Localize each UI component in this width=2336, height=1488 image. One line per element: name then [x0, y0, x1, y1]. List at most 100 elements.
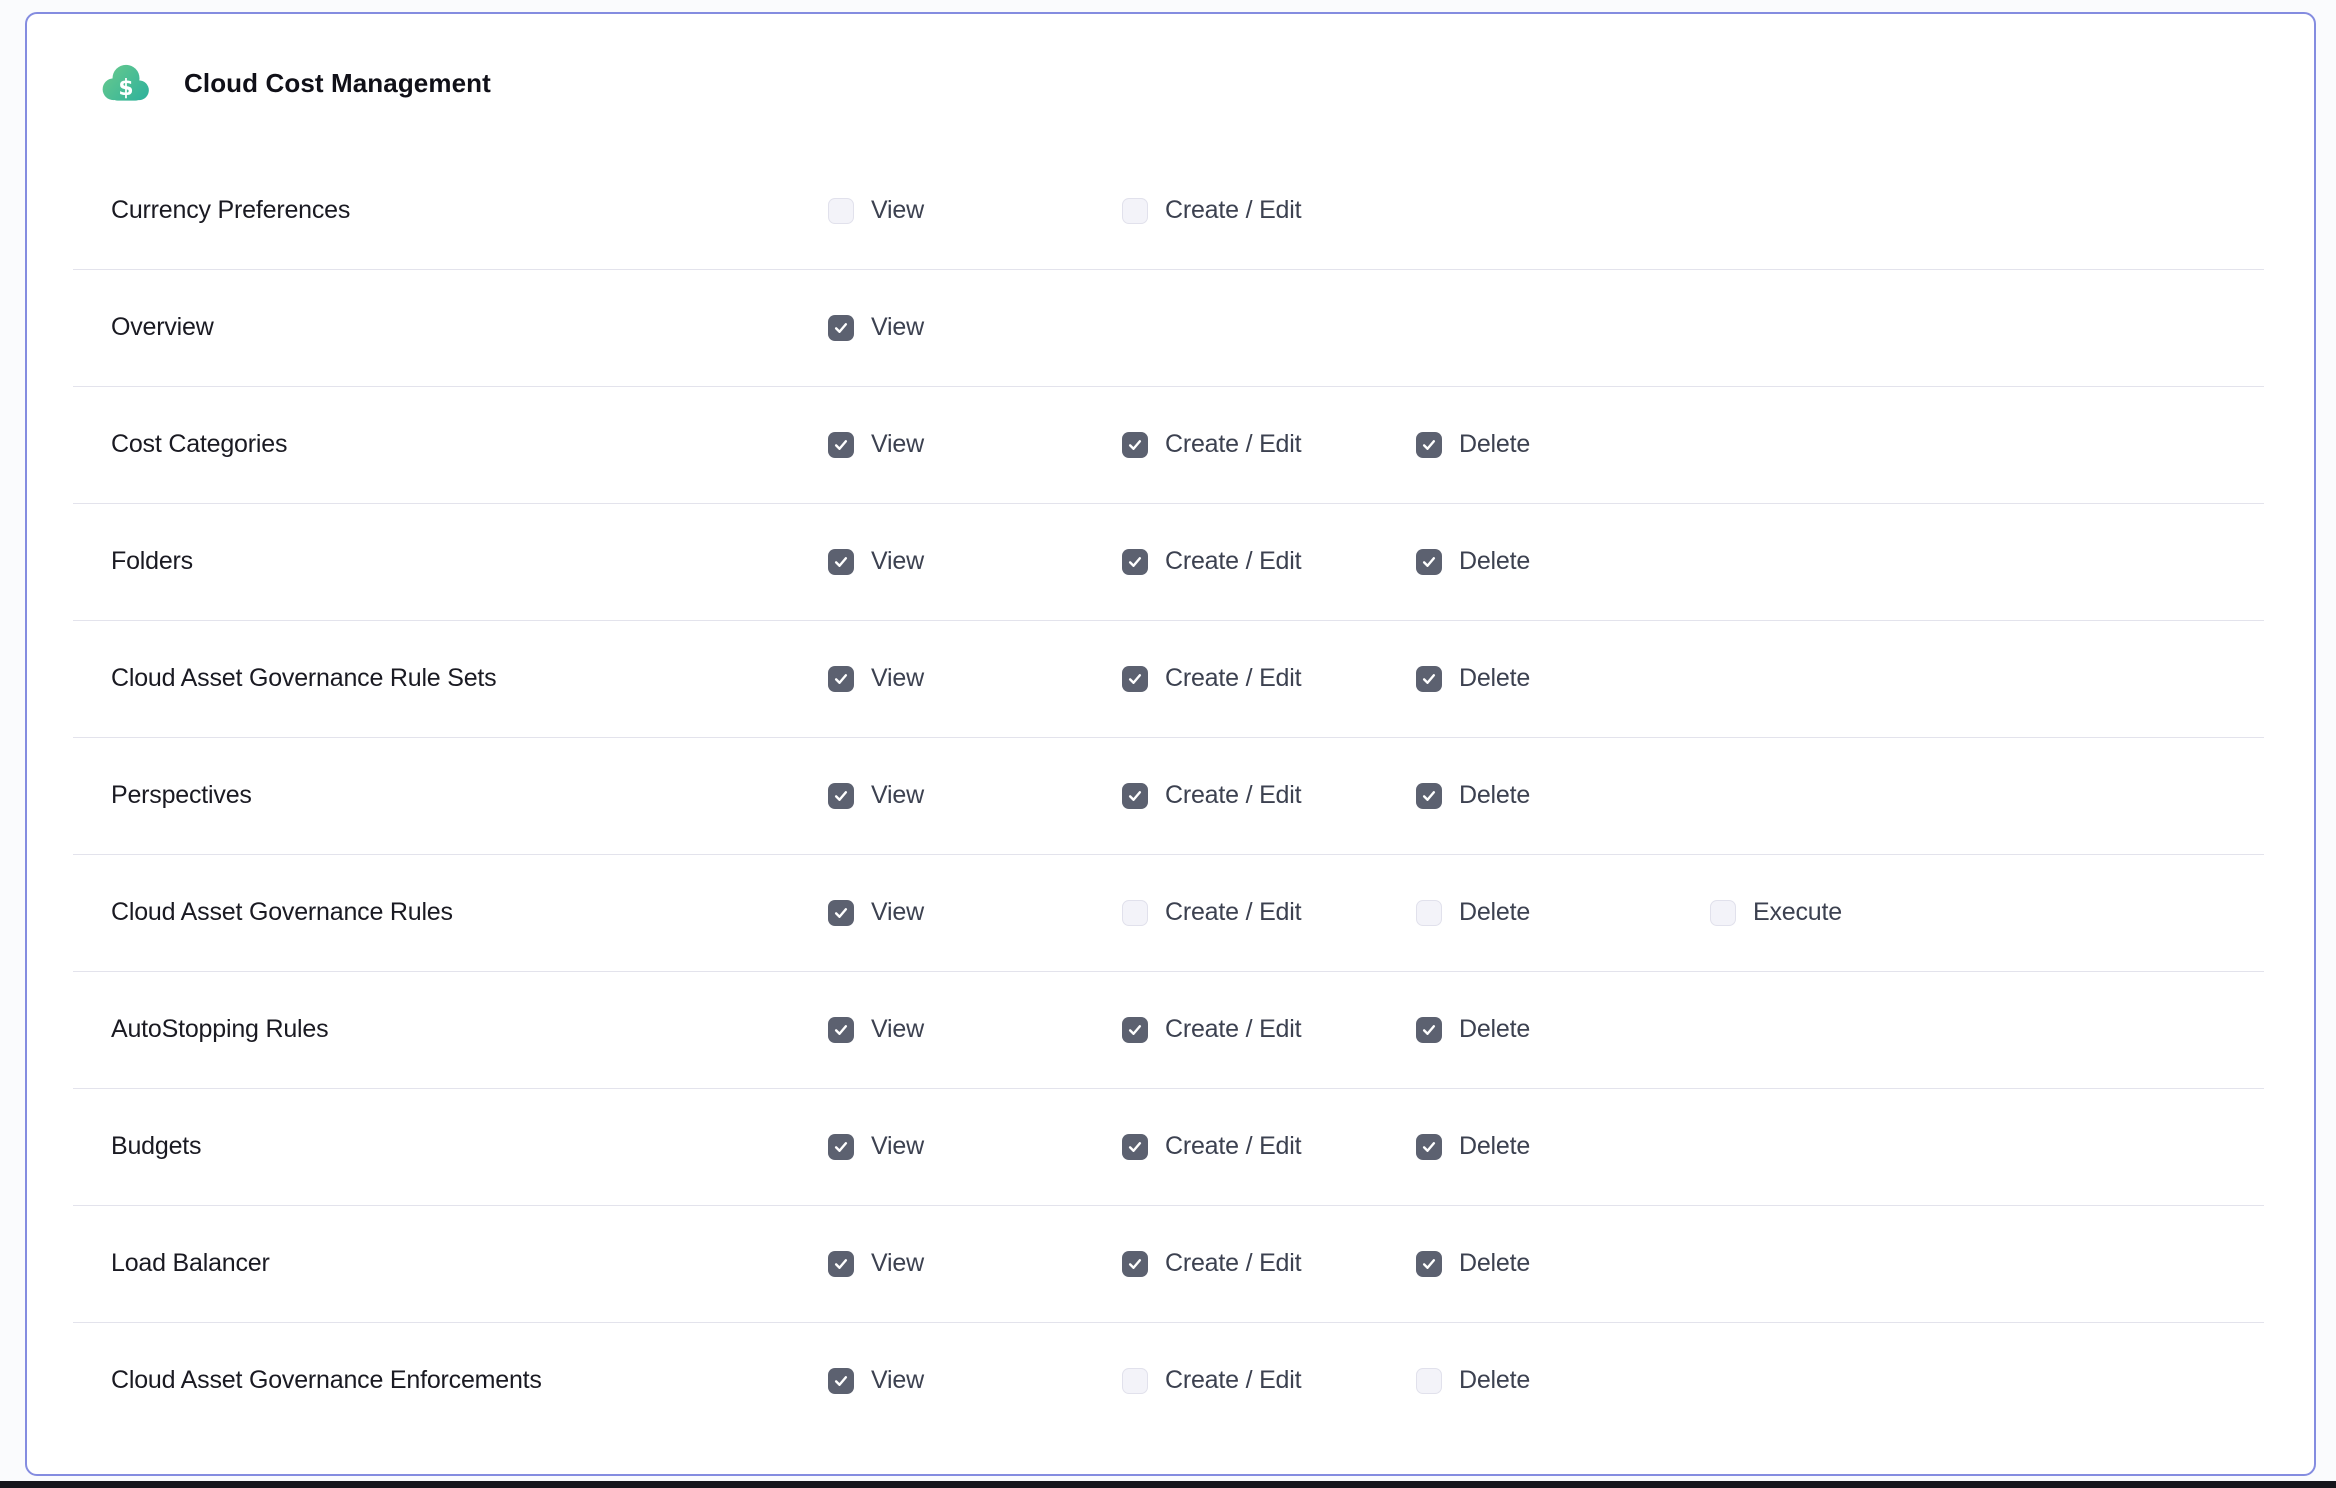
page-title: Cloud Cost Management: [184, 68, 491, 99]
check-icon: [832, 1021, 850, 1039]
permission-label: Create / Edit: [1165, 547, 1301, 576]
delete-checkbox[interactable]: [1416, 666, 1442, 692]
permissions-panel: $ Cloud Cost Management Currency Prefere…: [25, 12, 2316, 1476]
permission-cell: Delete: [1416, 664, 1710, 693]
permission-cell: Create / Edit: [1122, 1015, 1416, 1044]
permission-label: Create / Edit: [1165, 664, 1301, 693]
permission-label: View: [871, 898, 924, 927]
permission-cell: View: [828, 664, 1122, 693]
resource-label: Budgets: [111, 1132, 828, 1161]
permission-cell: Create / Edit: [1122, 196, 1416, 225]
permission-cell: View: [828, 313, 1122, 342]
delete-checkbox[interactable]: [1416, 1251, 1442, 1277]
delete-checkbox[interactable]: [1416, 432, 1442, 458]
resource-label: Overview: [111, 313, 828, 342]
resource-label: Cloud Asset Governance Enforcements: [111, 1366, 828, 1395]
check-icon: [832, 553, 850, 571]
check-icon: [1420, 670, 1438, 688]
create-edit-checkbox[interactable]: [1122, 666, 1148, 692]
create-edit-checkbox[interactable]: [1122, 900, 1148, 926]
check-icon: [1420, 1255, 1438, 1273]
check-icon: [832, 904, 850, 922]
create-edit-checkbox[interactable]: [1122, 783, 1148, 809]
view-checkbox[interactable]: [828, 1017, 854, 1043]
permission-label: View: [871, 547, 924, 576]
view-checkbox[interactable]: [828, 783, 854, 809]
permission-cell: View: [828, 1366, 1122, 1395]
permission-row: OverviewView: [27, 269, 2314, 386]
permission-cell: Delete: [1416, 430, 1710, 459]
cut-off-dark-bar: [0, 1481, 2336, 1488]
permission-cell: Delete: [1416, 898, 1710, 927]
cloud-dollar-icon: $: [99, 62, 153, 104]
permission-label: Delete: [1459, 898, 1530, 927]
delete-checkbox[interactable]: [1416, 900, 1442, 926]
permission-label: Delete: [1459, 547, 1530, 576]
permission-label: View: [871, 430, 924, 459]
check-icon: [832, 787, 850, 805]
check-icon: [1126, 436, 1144, 454]
permission-row: AutoStopping Rules View Create / EditDelet…: [27, 971, 2314, 1088]
permission-label: View: [871, 1132, 924, 1161]
permission-cell: Create / Edit: [1122, 1366, 1416, 1395]
permission-cell: Create / Edit: [1122, 547, 1416, 576]
view-checkbox[interactable]: [828, 315, 854, 341]
view-checkbox[interactable]: [828, 666, 854, 692]
permission-cell: View: [828, 781, 1122, 810]
check-icon: [1420, 553, 1438, 571]
permission-rows: Currency PreferencesViewCreate / EditOve…: [27, 152, 2314, 1439]
check-icon: [1420, 787, 1438, 805]
resource-label: AutoStopping Rules: [111, 1015, 828, 1044]
permission-cell: Create / Edit: [1122, 1249, 1416, 1278]
permission-label: Delete: [1459, 1366, 1530, 1395]
view-checkbox[interactable]: [828, 1251, 854, 1277]
view-checkbox[interactable]: [828, 900, 854, 926]
delete-checkbox[interactable]: [1416, 549, 1442, 575]
create-edit-checkbox[interactable]: [1122, 1368, 1148, 1394]
view-checkbox[interactable]: [828, 1368, 854, 1394]
resource-label: Perspectives: [111, 781, 828, 810]
permission-cell: View: [828, 898, 1122, 927]
permission-cell: Delete: [1416, 781, 1710, 810]
permission-label: Delete: [1459, 1132, 1530, 1161]
resource-label: Cloud Asset Governance Rules: [111, 898, 828, 927]
permission-cell: Create / Edit: [1122, 1132, 1416, 1161]
view-checkbox[interactable]: [828, 549, 854, 575]
permission-cell: Create / Edit: [1122, 898, 1416, 927]
create-edit-checkbox[interactable]: [1122, 549, 1148, 575]
permission-label: Delete: [1459, 430, 1530, 459]
view-checkbox[interactable]: [828, 198, 854, 224]
svg-text:$: $: [118, 76, 133, 101]
delete-checkbox[interactable]: [1416, 783, 1442, 809]
permission-cell: Create / Edit: [1122, 664, 1416, 693]
permission-cell: Delete: [1416, 1015, 1710, 1044]
check-icon: [832, 670, 850, 688]
check-icon: [832, 1138, 850, 1156]
create-edit-checkbox[interactable]: [1122, 198, 1148, 224]
permission-row: Load BalancerViewCreate / EditDelete: [27, 1205, 2314, 1322]
resource-label: Load Balancer: [111, 1249, 828, 1278]
create-edit-checkbox[interactable]: [1122, 1134, 1148, 1160]
permission-cell: Delete: [1416, 1366, 1710, 1395]
permission-label: Create / Edit: [1165, 781, 1301, 810]
delete-checkbox[interactable]: [1416, 1368, 1442, 1394]
permission-label: View: [871, 664, 924, 693]
permission-label: Create / Edit: [1165, 430, 1301, 459]
create-edit-checkbox[interactable]: [1122, 1251, 1148, 1277]
permission-row: Cost CategoriesViewCreate / EditDelete: [27, 386, 2314, 503]
permission-label: Delete: [1459, 781, 1530, 810]
view-checkbox[interactable]: [828, 1134, 854, 1160]
delete-checkbox[interactable]: [1416, 1017, 1442, 1043]
delete-checkbox[interactable]: [1416, 1134, 1442, 1160]
check-icon: [1126, 670, 1144, 688]
permission-label: View: [871, 1015, 924, 1044]
permission-label: View: [871, 1249, 924, 1278]
permission-row: PerspectivesView Create / Edit Delete: [27, 737, 2314, 854]
create-edit-checkbox[interactable]: [1122, 432, 1148, 458]
create-edit-checkbox[interactable]: [1122, 1017, 1148, 1043]
permission-row: Cloud Asset Governance Rule SetsViewCrea…: [27, 620, 2314, 737]
execute-checkbox[interactable]: [1710, 900, 1736, 926]
check-icon: [832, 319, 850, 337]
permission-cell: View: [828, 196, 1122, 225]
view-checkbox[interactable]: [828, 432, 854, 458]
